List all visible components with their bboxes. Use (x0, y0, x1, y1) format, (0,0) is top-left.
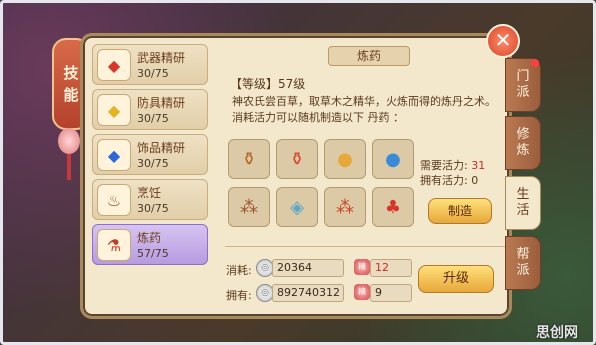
skill-item-cooking[interactable]: ♨ 烹饪 30/75 (92, 179, 208, 220)
tab-life[interactable]: 生 活 (505, 176, 541, 230)
orb-icon: ● (385, 148, 401, 170)
tab-label-char: 活 (516, 203, 530, 218)
tab-label-char: 门 (516, 69, 530, 84)
orb-icon: ● (337, 148, 353, 170)
required-vitality: 需要活力: 31 (420, 157, 485, 173)
yellow-gem-icon: ◆ (97, 94, 131, 126)
skill-name: 烹饪 (137, 186, 162, 200)
skill-name: 饰品精研 (137, 141, 186, 155)
pills-icon: ⁂ (336, 196, 354, 218)
notification-dot (531, 59, 539, 67)
tassel-decoration (67, 154, 71, 180)
skill-level: 30/75 (137, 112, 169, 125)
owned-vitality-value: 0 (471, 174, 479, 187)
skill-level: 30/75 (137, 202, 169, 215)
own-gem-value: 9 (370, 284, 412, 302)
tab-label-char: 帮 (516, 247, 530, 262)
potion-item[interactable]: ♣ (372, 187, 414, 227)
potion-item[interactable]: ● (324, 139, 366, 179)
red-gem-icon: ◆ (97, 49, 131, 81)
skill-name: 武器精研 (137, 51, 186, 65)
required-vitality-value: 31 (471, 159, 486, 172)
gem-icon: 精 (354, 259, 370, 275)
potion-item[interactable]: ⁂ (324, 187, 366, 227)
tab-label-char: 派 (516, 263, 530, 278)
tab-label-char: 生 (516, 187, 530, 202)
skill-item-weapon[interactable]: ◆ 武器精研 30/75 (92, 44, 208, 85)
lantern-icon (58, 128, 80, 154)
skill-grade: 【等级】57级 (230, 77, 306, 91)
close-button[interactable]: ✕ (486, 24, 520, 58)
skill-level: 30/75 (137, 67, 169, 80)
divider (225, 246, 505, 247)
blue-gem-icon: ◆ (97, 139, 131, 171)
owned-vitality-label: 拥有活力: (420, 174, 468, 187)
tab-label-char: 修 (516, 127, 530, 142)
consume-gem-value: 12 (370, 259, 412, 277)
watermark: 思创网 (536, 325, 578, 341)
alchemy-cauldron-icon: ⚗ (97, 229, 131, 261)
dish-icon: ◈ (290, 196, 304, 218)
skill-name: 防具精研 (137, 96, 186, 110)
required-vitality-label: 需要活力: (420, 159, 468, 172)
skill-item-alchemy[interactable]: ⚗ 炼药 57/75 (92, 224, 208, 265)
own-silver-value: 892740312 (272, 284, 344, 302)
skill-description: 神农氏尝百草，取草木之精华，火炼而得的炼丹之术。 消耗活力可以随机制造以下 丹药… (232, 94, 502, 126)
potion-item[interactable]: ● (372, 139, 414, 179)
pills-icon: ⁂ (240, 196, 258, 218)
skill-item-armor[interactable]: ◆ 防具精研 30/75 (92, 89, 208, 130)
skill-list: ◆ 武器精研 30/75 ◆ 防具精研 30/75 ◆ 饰品精研 30/75 ♨… (92, 44, 208, 269)
banner-char-2: 能 (63, 86, 79, 104)
skill-item-accessory[interactable]: ◆ 饰品精研 30/75 (92, 134, 208, 175)
tab-label-char: 派 (516, 85, 530, 100)
tab-guild[interactable]: 帮 派 (505, 236, 541, 290)
skill-name: 炼药 (137, 231, 162, 245)
potion-item[interactable]: ⚱ (228, 139, 270, 179)
jar-icon: ⚱ (289, 148, 305, 170)
potion-item[interactable]: ⚱ (276, 139, 318, 179)
skill-level: 30/75 (137, 157, 169, 170)
potion-item[interactable]: ◈ (276, 187, 318, 227)
tab-cultivation[interactable]: 修 炼 (505, 116, 541, 170)
description-line-1: 神农氏尝百草，取草木之精华，火炼而得的炼丹之术。 (232, 95, 496, 108)
upgrade-button[interactable]: 升级 (418, 265, 494, 293)
owned-vitality: 拥有活力: 0 (420, 172, 478, 188)
potion-item[interactable]: ⁂ (228, 187, 270, 227)
bowl-icon: ⚱ (241, 148, 257, 170)
potion-grid: ⚱ ⚱ ● ● ⁂ ◈ ⁂ ♣ (228, 139, 414, 231)
make-button[interactable]: 制造 (428, 198, 492, 224)
description-line-2: 消耗活力可以随机制造以下 丹药 ： (232, 111, 404, 124)
consume-label: 消耗: (226, 264, 252, 277)
own-label: 拥有: (226, 289, 252, 302)
consume-silver-value: 20364 (272, 259, 344, 277)
cooking-pot-icon: ♨ (97, 184, 131, 216)
banner-char-1: 技 (63, 64, 79, 82)
gourd-icon: ♣ (384, 196, 402, 218)
skill-level: 57/75 (137, 247, 169, 260)
skill-title: 炼药 (328, 46, 410, 66)
tab-label-char: 炼 (516, 143, 530, 158)
gem-icon: 精 (354, 284, 370, 300)
